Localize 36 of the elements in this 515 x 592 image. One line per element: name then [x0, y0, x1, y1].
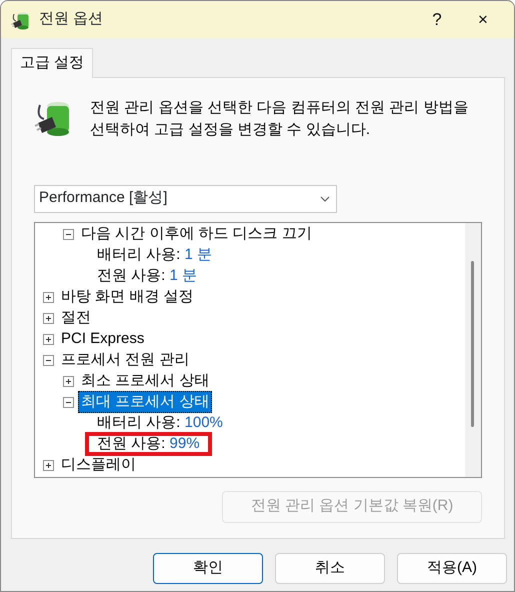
- help-button[interactable]: ?: [414, 1, 460, 38]
- tree-item[interactable]: 디스플레이: [58, 454, 139, 476]
- setting-label: 전원 사용:: [97, 266, 166, 284]
- window-title: 전원 옵션: [39, 9, 104, 30]
- expand-icon[interactable]: [63, 376, 74, 386]
- expand-icon[interactable]: [43, 460, 54, 470]
- setting-value[interactable]: 100%: [184, 414, 223, 431]
- setting-label: 전원 사용:: [97, 435, 166, 452]
- dialog-button[interactable]: 적용(A): [397, 552, 507, 584]
- tree-item[interactable]: 프로세서 전원 관리: [58, 349, 192, 371]
- setting-value[interactable]: 99%: [170, 435, 200, 452]
- setting-label: 배터리 사용:: [97, 414, 182, 431]
- collapse-icon[interactable]: [43, 354, 54, 366]
- dialog-button[interactable]: 취소: [275, 552, 385, 584]
- setting-label: 배터리 사용:: [97, 246, 182, 263]
- plan-dropdown[interactable]: Performance [활성]: [34, 184, 337, 212]
- tree-item[interactable]: PCI Express: [58, 328, 148, 350]
- tree-item[interactable]: 최대 프로세서 상태: [78, 391, 212, 413]
- scrollbar[interactable]: [465, 222, 481, 476]
- description-text: 전원 관리 옵션을 선택한 다음 컴퓨터의 전원 관리 방법을 선택하여 고급 설정을 변경할 수 있습니다.: [90, 98, 470, 140]
- dialog-button[interactable]: 확인: [153, 552, 263, 584]
- expand-icon[interactable]: [43, 292, 54, 302]
- close-button[interactable]: ×: [460, 1, 506, 38]
- tab[interactable]: 고급 설정: [11, 48, 94, 78]
- collapse-icon[interactable]: [63, 228, 74, 240]
- tree-item[interactable]: 절전: [58, 307, 94, 329]
- tree-item[interactable]: 바탕 화면 배경 설정: [58, 286, 197, 308]
- expand-icon[interactable]: [43, 334, 54, 344]
- setting-value[interactable]: 1 분: [184, 246, 212, 263]
- tree-item[interactable]: 다음 시간 이후에 하드 디스크 끄기: [78, 223, 315, 245]
- window-icon: [11, 10, 31, 30]
- tree-item[interactable]: 최소 프로세서 상태: [78, 370, 212, 392]
- collapse-icon[interactable]: [63, 396, 74, 408]
- setting-value[interactable]: 1 분: [170, 266, 198, 284]
- expand-icon[interactable]: [43, 312, 54, 324]
- chevron-down-icon: [320, 196, 330, 202]
